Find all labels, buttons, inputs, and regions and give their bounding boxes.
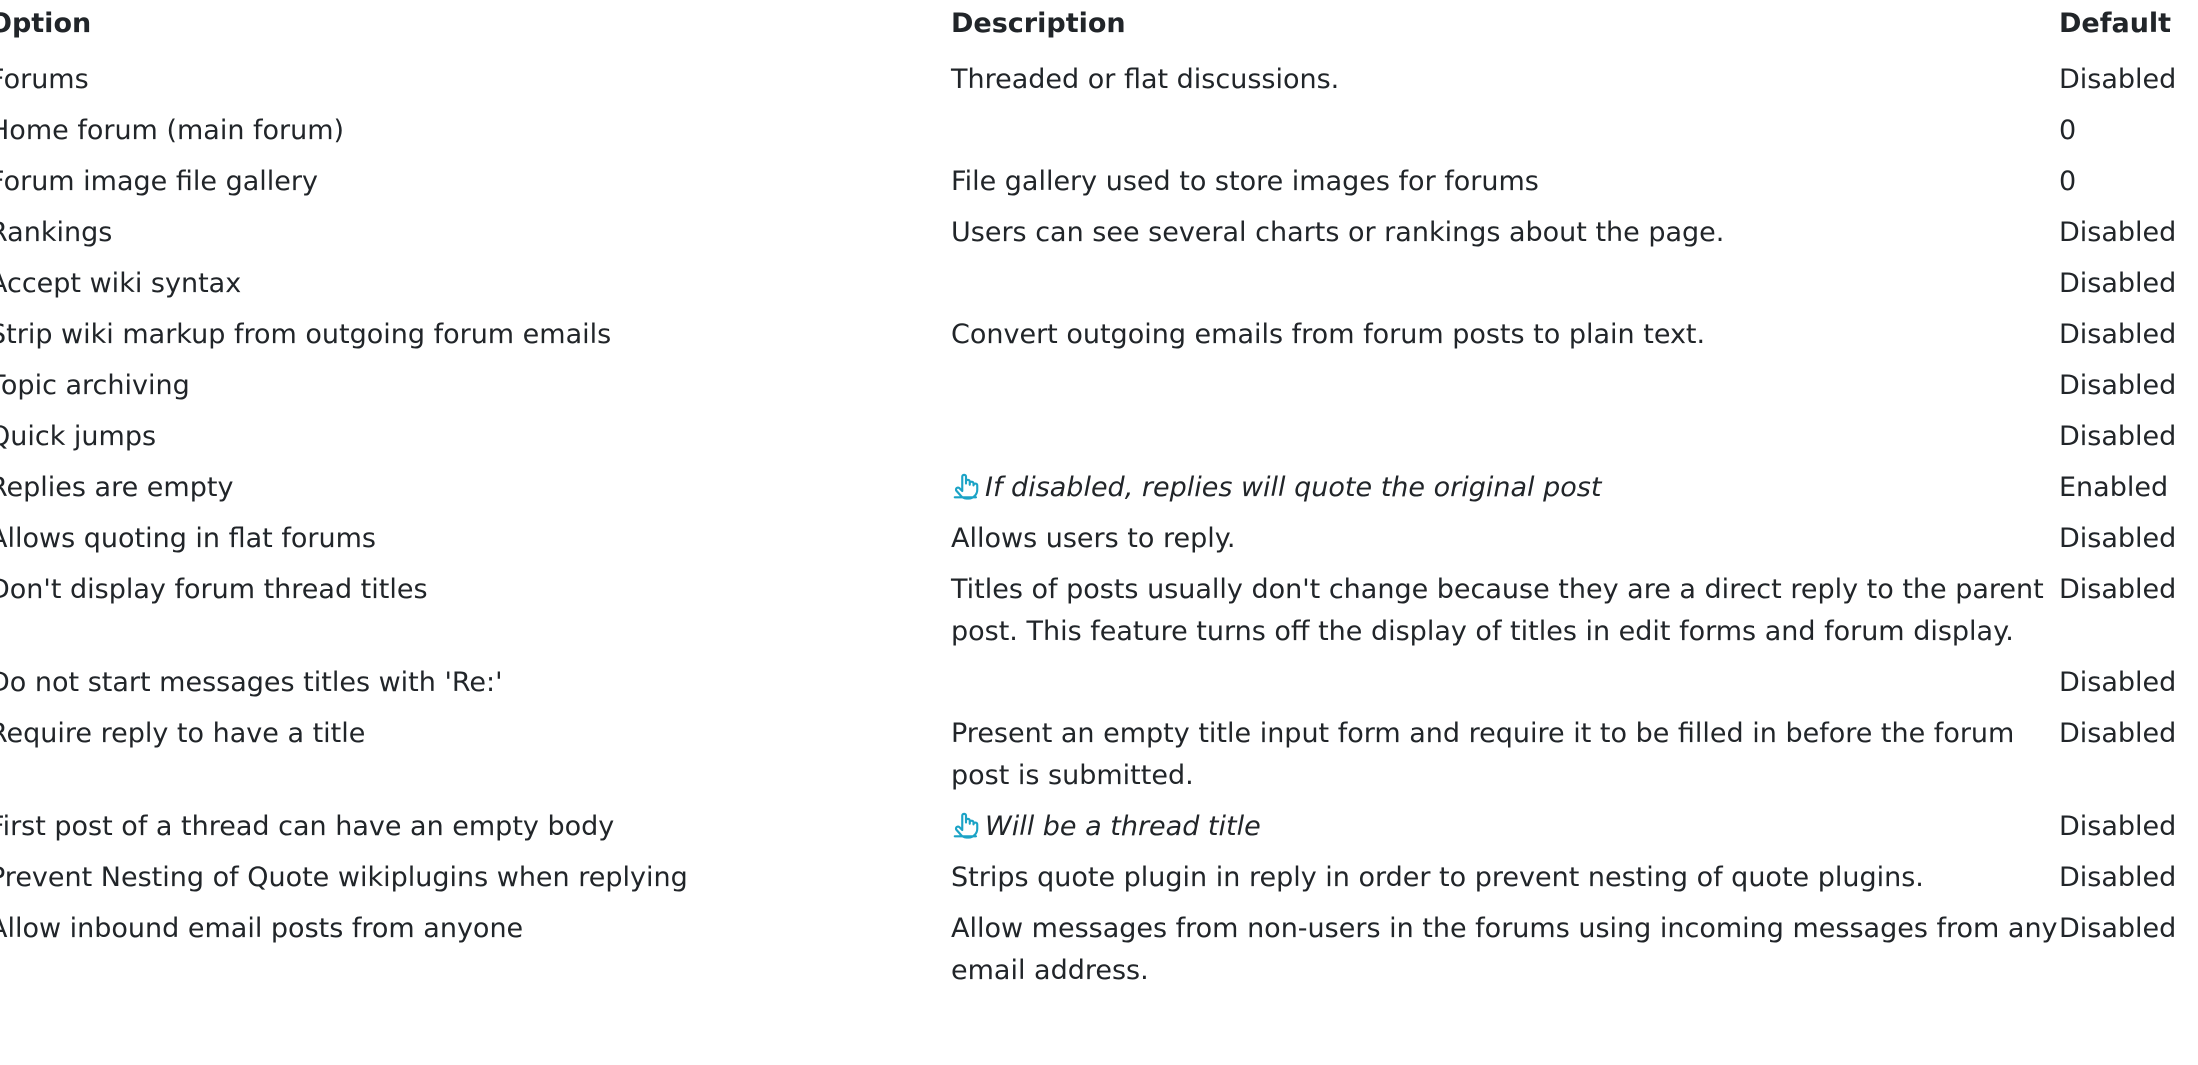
option-default: Disabled <box>2059 268 2177 299</box>
header-description: Description <box>951 8 1126 39</box>
option-description: Allow messages from non-users in the for… <box>951 913 2058 986</box>
option-default: Disabled <box>2059 370 2177 401</box>
option-default: Disabled <box>2059 811 2177 842</box>
option-name: Topic archiving <box>0 370 190 401</box>
table-row: Prevent Nesting of Quote wikiplugins whe… <box>0 854 2198 905</box>
option-description <box>951 413 2059 464</box>
table-row: Accept wiki syntax Disabled <box>0 260 2198 311</box>
header-default: Default <box>2059 8 2172 39</box>
table-row: Strip wiki markup from outgoing forum em… <box>0 311 2198 362</box>
pointing-hand-icon <box>953 473 979 500</box>
option-default: 0 <box>2059 166 2077 197</box>
option-default: Disabled <box>2059 718 2177 749</box>
option-name: Allows quoting in flat forums <box>0 523 376 554</box>
option-name: Home forum (main forum) <box>0 115 345 146</box>
option-name: Forums <box>0 64 89 95</box>
option-name: Replies are empty <box>0 472 234 503</box>
option-description: If disabled, replies will quote the orig… <box>951 464 2059 515</box>
option-default: Enabled <box>2059 472 2169 503</box>
option-default: Disabled <box>2059 421 2177 452</box>
pointing-hand-icon <box>953 812 979 839</box>
table-row: Forum image file gallery File gallery use… <box>0 158 2198 209</box>
option-name: Accept wiki syntax <box>0 268 242 299</box>
option-name: Don't display forum thread titles <box>0 574 428 605</box>
options-table: Option Description Default Forums Threade… <box>0 0 2198 998</box>
option-description <box>951 362 2059 413</box>
option-description: Threaded or flat discussions. <box>951 64 1340 95</box>
option-description: Allows users to reply. <box>951 523 1236 554</box>
option-description <box>951 260 2059 311</box>
header-option: Option <box>0 8 92 39</box>
table-row: Don't display forum thread titles Titles … <box>0 566 2198 659</box>
table-row: Allows quoting in flat forums Allows user… <box>0 515 2198 566</box>
table-row: Do not start messages titles with 'Re:' D… <box>0 659 2198 710</box>
option-default: Disabled <box>2059 667 2177 698</box>
option-description: Present an empty title input form and re… <box>951 718 2015 791</box>
option-description: File gallery used to store images for fo… <box>951 166 1539 197</box>
table-row: First post of a thread can have an empty… <box>0 803 2198 854</box>
option-description: Users can see several charts or rankings… <box>951 217 1725 248</box>
option-name: Quick jumps <box>0 421 157 452</box>
option-name: Prevent Nesting of Quote wikiplugins whe… <box>0 862 688 893</box>
option-default: 0 <box>2059 115 2077 146</box>
option-name: Rankings <box>0 217 113 248</box>
table-row: Require reply to have a title Present an … <box>0 710 2198 803</box>
option-default: Disabled <box>2059 64 2177 95</box>
option-default: Disabled <box>2059 862 2177 893</box>
option-default: Disabled <box>2059 913 2177 944</box>
option-description <box>951 107 2059 158</box>
option-description: Convert outgoing emails from forum posts… <box>951 319 1706 350</box>
option-default: Disabled <box>2059 319 2177 350</box>
table-row: Forums Threaded or flat discussions. Disab… <box>0 56 2198 107</box>
table-row: Allow inbound email posts from anyone All… <box>0 905 2198 998</box>
option-description: Titles of posts usually don't change bec… <box>951 574 2044 647</box>
table-row: Home forum (main forum) 0 <box>0 107 2198 158</box>
table-row: Topic archiving Disabled <box>0 362 2198 413</box>
table-row: Replies are empty If disabled, replies wi… <box>0 464 2198 515</box>
option-description <box>951 659 2059 710</box>
option-default: Disabled <box>2059 523 2177 554</box>
option-default: Disabled <box>2059 217 2177 248</box>
option-name: Forum image file gallery <box>0 166 318 197</box>
option-hint: If disabled, replies will quote the orig… <box>985 472 1602 503</box>
option-hint: Will be a thread title <box>985 811 1261 842</box>
option-name: Require reply to have a title <box>0 718 366 749</box>
table-body: Forums Threaded or flat discussions. Disab… <box>0 56 2198 998</box>
option-name: Do not start messages titles with 'Re:' <box>0 667 503 698</box>
option-name: Allow inbound email posts from anyone <box>0 913 524 944</box>
option-name: Strip wiki markup from outgoing forum em… <box>0 319 612 350</box>
table-row: Quick jumps Disabled <box>0 413 2198 464</box>
option-description: Will be a thread title <box>951 803 2059 854</box>
table-header: Option Description Default <box>0 0 2198 56</box>
option-default: Disabled <box>2059 574 2177 605</box>
table-row: Rankings Users can see several charts or … <box>0 209 2198 260</box>
header-row: Option Description Default <box>0 0 2198 56</box>
option-description: Strips quote plugin in reply in order to… <box>951 862 1924 893</box>
option-name: First post of a thread can have an empty… <box>0 811 615 842</box>
